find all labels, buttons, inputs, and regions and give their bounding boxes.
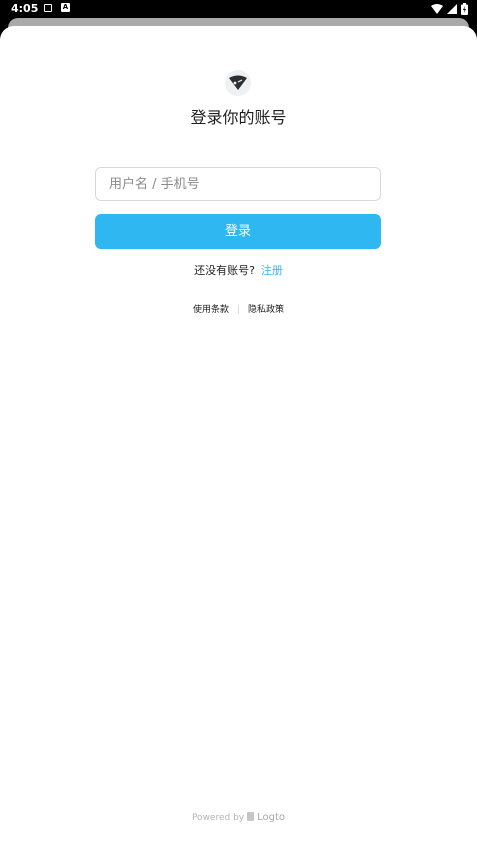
status-icons xyxy=(431,3,468,15)
powered-brand: Logto xyxy=(257,812,286,823)
cell-signal-icon xyxy=(447,4,457,14)
page-title: 登录你的账号 xyxy=(190,108,287,127)
login-button[interactable]: 登录 xyxy=(95,214,381,249)
legal-links: 使用条款 隐私政策 xyxy=(0,302,477,315)
battery-icon xyxy=(461,3,468,15)
privacy-link[interactable]: 隐私政策 xyxy=(248,305,284,315)
username-field[interactable] xyxy=(95,167,381,201)
app-logo-icon xyxy=(225,70,251,96)
status-bar: 4:05 A xyxy=(0,0,477,18)
username-input[interactable] xyxy=(96,168,380,200)
legal-divider xyxy=(238,305,239,314)
register-link[interactable]: 注册 xyxy=(261,264,283,277)
terms-link[interactable]: 使用条款 xyxy=(193,305,229,315)
image-notification-icon xyxy=(44,4,52,12)
login-sheet: 登录你的账号 登录 还没有账号? 注册 使用条款 隐私政策 Powered by Lo… xyxy=(0,26,477,848)
powered-by: Powered by Logto xyxy=(0,812,477,823)
register-prompt: 还没有账号? 注册 xyxy=(0,262,477,278)
no-account-text: 还没有账号? xyxy=(194,264,255,277)
a-notification-icon: A xyxy=(61,3,70,12)
wifi-icon xyxy=(431,4,443,14)
powered-by-text: Powered by xyxy=(191,813,245,823)
logto-logo-icon xyxy=(247,812,255,821)
status-time: 4:05 xyxy=(11,2,39,15)
